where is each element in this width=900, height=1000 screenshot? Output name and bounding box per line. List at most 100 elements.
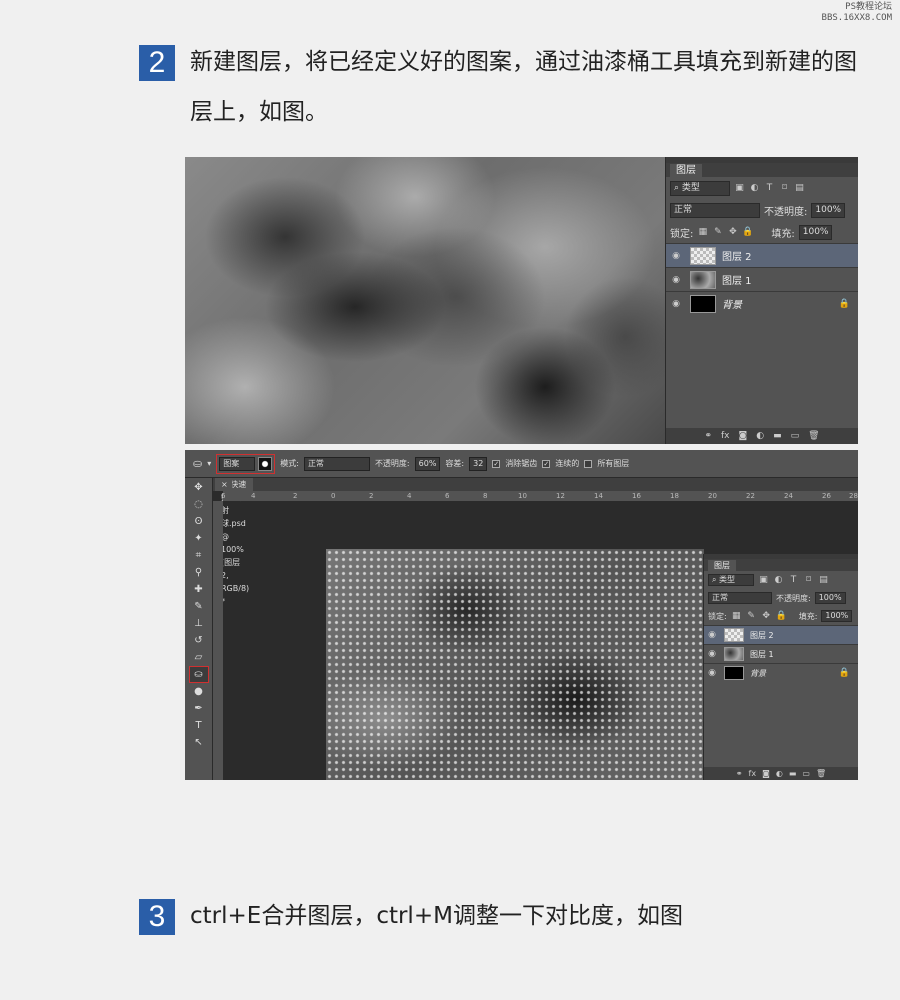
layer-row[interactable]: ◉ 图层 2 bbox=[704, 625, 858, 644]
marquee-tool-icon[interactable]: ◌ bbox=[190, 497, 208, 512]
lock-position-icon[interactable]: ✥ bbox=[727, 227, 738, 238]
opacity-field[interactable]: 60% bbox=[414, 456, 441, 471]
smart-object-filter-icon[interactable]: ▤ bbox=[794, 183, 805, 194]
layer-row[interactable]: ◉ 图层 1 bbox=[666, 267, 858, 291]
lock-icon: 🔒 bbox=[838, 298, 850, 309]
mode-dropdown[interactable]: 正常 bbox=[303, 456, 370, 471]
new-layer-icon[interactable]: ▭ bbox=[802, 769, 810, 778]
ruler-tick: 4 bbox=[251, 492, 256, 500]
layers-tab[interactable]: 图层 bbox=[666, 163, 858, 177]
eraser-tool-icon[interactable]: ▱ bbox=[190, 650, 208, 665]
lasso-tool-icon[interactable]: ʘ bbox=[190, 514, 208, 529]
mask-icon[interactable]: ◙ bbox=[738, 431, 747, 441]
history-brush-tool-icon[interactable]: ↺ bbox=[190, 633, 208, 648]
paint-bucket-tool-icon[interactable]: ⛀ bbox=[188, 666, 209, 683]
adjustment-filter-icon[interactable]: ◐ bbox=[773, 575, 784, 586]
fill-source-dropdown[interactable]: 图案 bbox=[219, 456, 256, 471]
opacity-field[interactable]: 100% bbox=[811, 202, 846, 218]
pen-tool-icon[interactable]: ✒ bbox=[190, 701, 208, 716]
smart-object-filter-icon[interactable]: ▤ bbox=[818, 575, 829, 586]
lock-pixels-icon[interactable]: ✎ bbox=[712, 227, 723, 238]
move-tool-icon[interactable]: ✥ bbox=[190, 480, 208, 495]
lock-transparency-icon[interactable]: ▦ bbox=[731, 611, 742, 622]
adjustment-icon[interactable]: ◐ bbox=[756, 431, 764, 441]
paint-bucket-icon[interactable]: ⛀ bbox=[193, 457, 202, 470]
visibility-eye-icon[interactable]: ◉ bbox=[704, 668, 720, 678]
blend-row: 正常 不透明度: 100% bbox=[666, 199, 858, 221]
ruler-tick: 16 bbox=[632, 492, 641, 500]
brush-tool-icon[interactable]: ✎ bbox=[190, 599, 208, 614]
tolerance-field[interactable]: 32 bbox=[469, 456, 488, 471]
group-icon[interactable]: ▬ bbox=[773, 431, 782, 441]
blend-mode-dropdown[interactable]: 正常 bbox=[670, 202, 760, 218]
trash-icon[interactable]: 🗑 bbox=[816, 769, 826, 778]
visibility-eye-icon[interactable]: ◉ bbox=[666, 275, 686, 285]
layer-row[interactable]: ◉ 背景 🔒 bbox=[666, 291, 858, 315]
layer-thumbnail bbox=[724, 666, 744, 680]
type-tool-icon[interactable]: T bbox=[190, 718, 208, 733]
visibility-eye-icon[interactable]: ◉ bbox=[666, 251, 686, 261]
adjustment-icon[interactable]: ◐ bbox=[776, 769, 783, 778]
layer-row[interactable]: ◉ 图层 1 bbox=[704, 644, 858, 663]
antialias-checkbox[interactable]: ✓ bbox=[492, 459, 501, 468]
clone-stamp-tool-icon[interactable]: ⊥ bbox=[190, 616, 208, 631]
group-icon[interactable]: ▬ bbox=[789, 769, 797, 778]
lock-all-icon[interactable]: 🔒 bbox=[742, 227, 753, 238]
step-number-badge: 2 bbox=[139, 45, 175, 81]
mask-icon[interactable]: ◙ bbox=[762, 769, 770, 778]
horizontal-ruler: 6 4 2 0 2 4 6 8 10 12 14 16 18 20 22 24 … bbox=[221, 491, 858, 501]
visibility-eye-icon[interactable]: ◉ bbox=[704, 649, 720, 659]
crop-tool-icon[interactable]: ⌗ bbox=[190, 548, 208, 563]
lock-pixels-icon[interactable]: ✎ bbox=[746, 611, 757, 622]
dodge-tool-icon[interactable]: ● bbox=[190, 684, 208, 699]
trash-icon[interactable]: 🗑 bbox=[808, 431, 819, 441]
lock-position-icon[interactable]: ✥ bbox=[761, 611, 772, 622]
type-filter-icon[interactable]: T bbox=[764, 183, 775, 194]
close-icon[interactable]: × bbox=[217, 478, 232, 491]
fill-field[interactable]: 100% bbox=[821, 610, 853, 622]
shape-filter-icon[interactable]: ⌑ bbox=[803, 575, 814, 586]
visibility-eye-icon[interactable]: ◉ bbox=[704, 630, 720, 640]
opacity-field[interactable]: 100% bbox=[814, 592, 846, 604]
lock-transparency-icon[interactable]: ▦ bbox=[697, 227, 708, 238]
layer-row[interactable]: ◉ 背景 🔒 bbox=[704, 663, 858, 682]
document-tab[interactable]: ps快速打造放射球.psd @ 100% (图层 2, RGB/8) * × bbox=[215, 478, 254, 606]
path-selection-tool-icon[interactable]: ↖ bbox=[190, 735, 208, 750]
antialias-label: 消除锯齿 bbox=[505, 459, 538, 468]
ruler-tick: 10 bbox=[518, 492, 527, 500]
blend-mode-dropdown[interactable]: 正常 bbox=[708, 592, 772, 604]
ruler-tick: 24 bbox=[784, 492, 793, 500]
step-2: 2 新建图层，将已经定义好的图案，通过油漆桶工具填充到新建的图层上，如图。 bbox=[139, 45, 870, 137]
layer-row[interactable]: ◉ 图层 2 bbox=[666, 243, 858, 267]
fx-icon[interactable]: fx bbox=[749, 769, 757, 778]
all-layers-checkbox[interactable] bbox=[584, 459, 593, 468]
link-icon[interactable]: ⚭ bbox=[704, 431, 712, 441]
kind-filter-dropdown[interactable]: ⌕ 类型 bbox=[708, 574, 754, 586]
type-filter-icon[interactable]: T bbox=[788, 575, 799, 586]
healing-brush-tool-icon[interactable]: ✚ bbox=[190, 582, 208, 597]
kind-filter-dropdown[interactable]: ⌕ 类型 bbox=[670, 180, 730, 196]
layers-panel-footer: ⚭ fx ◙ ◐ ▬ ▭ 🗑 bbox=[666, 428, 858, 444]
fill-field[interactable]: 100% bbox=[798, 224, 833, 240]
contiguous-checkbox[interactable]: ✓ bbox=[542, 459, 551, 468]
adjustment-filter-icon[interactable]: ◐ bbox=[749, 183, 760, 194]
pattern-swatch[interactable] bbox=[258, 456, 273, 471]
shape-filter-icon[interactable]: ⌑ bbox=[779, 183, 790, 194]
image-filter-icon[interactable]: ▣ bbox=[758, 575, 769, 586]
link-icon[interactable]: ⚭ bbox=[736, 769, 743, 778]
magic-wand-tool-icon[interactable]: ✦ bbox=[190, 531, 208, 546]
tools-panel: ✥ ◌ ʘ ✦ ⌗ ⚲ ✚ ✎ ⊥ ↺ ▱ ⛀ ● ✒ T ↖ bbox=[185, 478, 213, 780]
lock-label: 锁定: bbox=[708, 611, 727, 621]
layer-thumbnail bbox=[724, 628, 744, 642]
lock-all-icon[interactable]: 🔒 bbox=[776, 611, 787, 622]
image-filter-icon[interactable]: ▣ bbox=[734, 183, 745, 194]
layer-name: 图层 1 bbox=[722, 276, 752, 287]
visibility-eye-icon[interactable]: ◉ bbox=[666, 299, 686, 309]
fx-icon[interactable]: fx bbox=[721, 431, 730, 441]
step-3: 3 ctrl+E合并图层，ctrl+M调整一下对比度，如图 bbox=[139, 899, 870, 941]
blend-mode-value: 正常 bbox=[674, 204, 693, 215]
eyedropper-tool-icon[interactable]: ⚲ bbox=[190, 565, 208, 580]
new-layer-icon[interactable]: ▭ bbox=[791, 431, 800, 441]
layers-tab[interactable]: 图层 bbox=[704, 559, 858, 571]
chevron-down-icon[interactable]: ▾ bbox=[207, 459, 211, 468]
